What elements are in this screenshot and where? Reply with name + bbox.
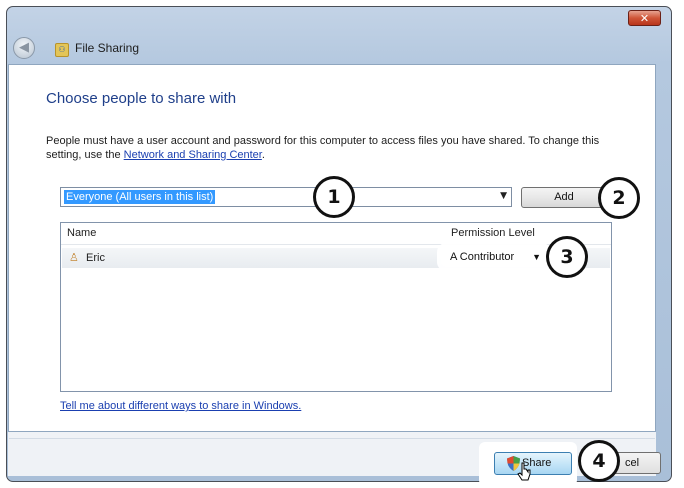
column-header-name[interactable]: Name	[67, 227, 96, 239]
add-button[interactable]: Add	[521, 187, 607, 208]
close-button[interactable]: ✕	[628, 10, 661, 26]
chevron-down-icon[interactable]: ▼	[532, 247, 541, 267]
column-header-permission[interactable]: Permission Level	[451, 227, 535, 239]
user-icon: ♙	[69, 251, 79, 264]
sharing-help-link[interactable]: Tell me about different ways to share in…	[60, 400, 301, 412]
back-arrow-icon[interactable]: ◀	[13, 37, 35, 59]
callout-1: 1	[313, 176, 355, 218]
mouse-cursor-icon	[517, 462, 531, 481]
header-divider	[61, 244, 611, 245]
window-title: File Sharing	[75, 41, 140, 55]
callout-2: 2	[598, 177, 640, 219]
user-name: Eric	[86, 252, 105, 264]
callout-4: 4	[578, 440, 620, 482]
user-select-value: Everyone (All users in this list)	[64, 190, 216, 204]
file-sharing-icon: ⚇	[55, 43, 69, 57]
network-sharing-center-link[interactable]: Network and Sharing Center	[124, 149, 262, 161]
share-button[interactable]: Share	[494, 452, 572, 475]
callout-3: 3	[546, 236, 588, 278]
chevron-down-icon[interactable]: ▼	[500, 191, 507, 201]
footer-divider	[9, 438, 655, 439]
user-select-combobox[interactable]: Everyone (All users in this list) ▼	[60, 187, 512, 207]
page-heading: Choose people to share with	[46, 90, 237, 107]
permission-level-dropdown[interactable]: A Contributor ▼	[441, 247, 547, 267]
title-bar: ✕ ◀ ⚇ File Sharing	[7, 7, 671, 71]
permission-level-value: A Contributor	[450, 251, 515, 263]
description-text-end: .	[261, 149, 265, 161]
description-text: People must have a user account and pass…	[46, 134, 636, 162]
